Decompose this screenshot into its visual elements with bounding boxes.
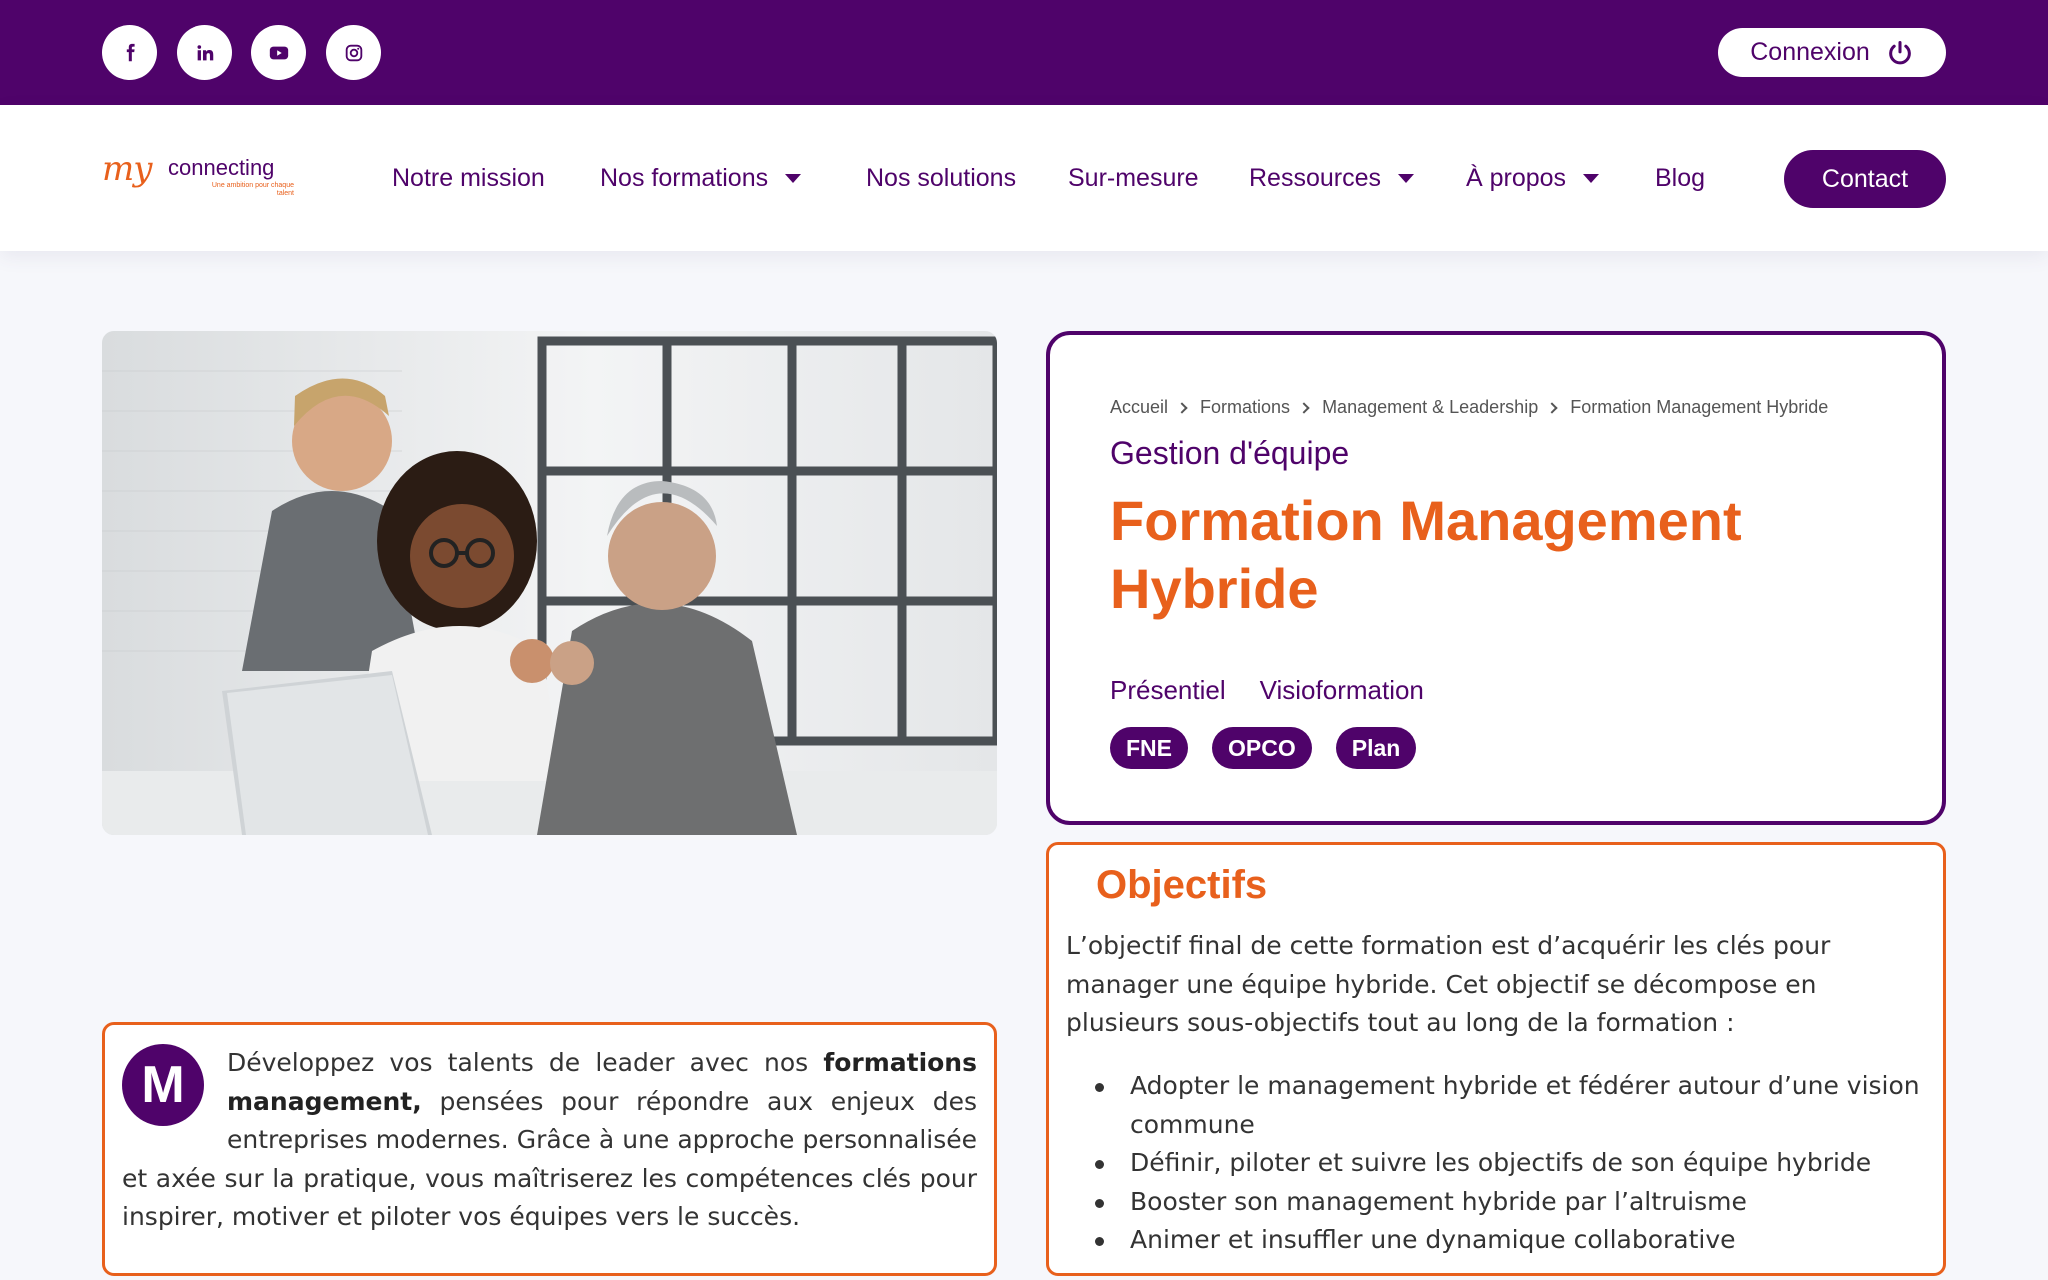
linkedin-icon — [196, 44, 213, 60]
nav-sur-mesure[interactable]: Sur-mesure — [1068, 161, 1199, 195]
objectives-list: Adopter le management hybride et fédérer… — [1066, 1067, 1926, 1260]
intro-text-start: Développez vos talents de leader avec no… — [227, 1048, 824, 1077]
badge-fne: FNE — [1110, 727, 1188, 769]
caret-down-icon — [1398, 173, 1414, 183]
breadcrumb-formations[interactable]: Formations — [1200, 397, 1290, 418]
list-item: Booster son management hybride par l’alt… — [1066, 1183, 1926, 1222]
intro-box: M Développez vos talents de leader avec … — [102, 1022, 997, 1276]
breadcrumb-current: Formation Management Hybride — [1570, 397, 1829, 417]
nav-blog[interactable]: Blog — [1655, 161, 1705, 195]
objectives-box: Objectifs L’objectif final de cette form… — [1046, 842, 1946, 1276]
contact-button[interactable]: Contact — [1784, 150, 1946, 208]
instagram-icon — [345, 44, 362, 61]
list-item: Adopter le management hybride et fédérer… — [1066, 1067, 1926, 1144]
nav-label: Sur-mesure — [1068, 163, 1199, 192]
nav-label: Nos formations — [600, 163, 769, 192]
nav-label: Blog — [1655, 163, 1706, 192]
login-button[interactable]: Connexion — [1718, 28, 1946, 77]
funding-badges: FNE OPCO Plan — [1110, 727, 1417, 769]
logo-connecting: connecting — [168, 155, 275, 180]
caret-down-icon — [1583, 173, 1600, 183]
breadcrumb-category[interactable]: Management & Leadership — [1322, 397, 1538, 418]
hero-photo — [102, 331, 997, 835]
main-navbar: my connecting Une ambition pour chaque t… — [0, 105, 2048, 251]
nav-nos-formations[interactable]: Nos formations — [600, 161, 802, 195]
team-meeting-illustration — [102, 331, 997, 835]
caret-down-icon — [785, 173, 802, 183]
top-bar: Connexion — [0, 0, 2048, 105]
breadcrumb-home[interactable]: Accueil — [1110, 397, 1168, 418]
linkedin-link[interactable] — [177, 25, 232, 80]
nav-label: Nos solutions — [866, 163, 1017, 192]
nav-label: Ressources — [1249, 163, 1381, 192]
course-category: Gestion d'équipe — [1110, 435, 1350, 471]
logo-my: my — [102, 149, 152, 189]
mode-visioformation: Visioformation — [1259, 675, 1424, 705]
youtube-link[interactable] — [251, 25, 306, 80]
course-title-card: Accueil Formations Management & Leadersh… — [1046, 331, 1946, 825]
chevron-right-icon — [1546, 401, 1558, 414]
intro-paragraph: Développez vos talents de leader avec no… — [122, 1044, 977, 1237]
objectives-heading: Objectifs — [1096, 863, 1268, 907]
objectives-intro: L’objectif final de cette formation est … — [1066, 931, 1831, 1037]
nav-a-propos[interactable]: À propos — [1466, 161, 1600, 195]
site-logo[interactable]: my connecting Une ambition pour chaque t… — [102, 149, 294, 205]
nav-nos-solutions[interactable]: Nos solutions — [866, 161, 1016, 195]
power-icon — [1888, 40, 1911, 64]
dropcap: M — [122, 1044, 204, 1126]
breadcrumb: Accueil Formations Management & Leadersh… — [1110, 397, 1828, 418]
delivery-modes: Présentiel Visioformation — [1110, 675, 1424, 706]
instagram-link[interactable] — [326, 25, 381, 80]
nav-label: Notre mission — [392, 163, 545, 192]
chevron-right-icon — [1176, 401, 1188, 414]
logo-tagline: Une ambition pour chaque talent — [211, 182, 294, 197]
nav-notre-mission[interactable]: Notre mission — [392, 161, 545, 195]
facebook-icon — [126, 43, 135, 61]
page-title: Formation Management Hybride — [1110, 489, 1742, 620]
list-item: Définir, piloter et suivre les objectifs… — [1066, 1144, 1926, 1183]
facebook-link[interactable] — [102, 25, 157, 80]
list-item: Animer et insuffler une dynamique collab… — [1066, 1221, 1926, 1260]
badge-opco: OPCO — [1212, 727, 1312, 769]
badge-plan: Plan — [1335, 727, 1417, 769]
chevron-right-icon — [1298, 401, 1310, 414]
nav-ressources[interactable]: Ressources — [1249, 161, 1414, 195]
youtube-icon — [269, 46, 288, 59]
mode-presentiel: Présentiel — [1110, 675, 1226, 705]
login-label: Connexion — [1750, 38, 1870, 66]
nav-label: À propos — [1466, 163, 1567, 192]
